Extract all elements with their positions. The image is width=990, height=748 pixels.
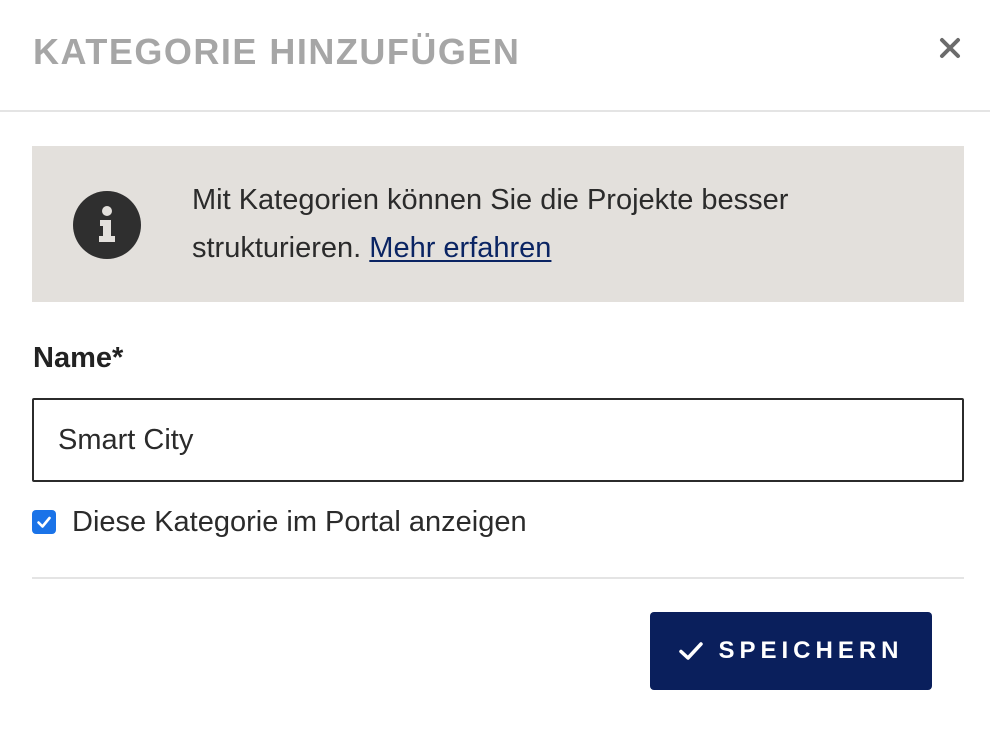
save-button[interactable]: SPEICHERN — [650, 612, 932, 690]
close-button[interactable] — [930, 28, 970, 68]
show-in-portal-row[interactable]: Diese Kategorie im Portal anzeigen — [32, 500, 527, 544]
info-box: Mit Kategorien können Sie die Projekte b… — [32, 146, 964, 302]
info-icon — [73, 191, 141, 259]
add-category-dialog: KATEGORIE HINZUFÜGEN Mit Kategorien könn… — [0, 0, 990, 748]
name-label-text: Name — [33, 342, 112, 374]
learn-more-link[interactable]: Mehr erfahren — [369, 232, 551, 264]
footer-divider — [32, 577, 964, 579]
required-marker: * — [112, 342, 124, 374]
info-text-block: Mit Kategorien können Sie die Projekte b… — [192, 176, 912, 272]
show-in-portal-checkbox[interactable] — [32, 510, 56, 534]
checkmark-icon — [37, 516, 51, 528]
dialog-header: KATEGORIE HINZUFÜGEN — [0, 0, 990, 112]
name-field-label: Name* — [33, 338, 123, 378]
show-in-portal-label: Diese Kategorie im Portal anzeigen — [72, 505, 527, 538]
name-input[interactable] — [32, 398, 964, 482]
close-icon — [940, 38, 960, 58]
check-icon — [679, 642, 704, 660]
save-button-label: SPEICHERN — [718, 637, 904, 664]
dialog-title: KATEGORIE HINZUFÜGEN — [33, 31, 521, 72]
